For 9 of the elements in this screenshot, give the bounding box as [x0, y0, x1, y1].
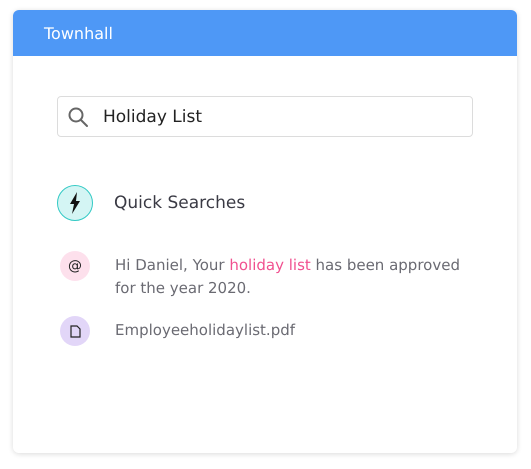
- holiday-list-link[interactable]: holiday list: [229, 256, 311, 274]
- search-field[interactable]: Holiday List: [57, 96, 473, 137]
- section-heading: Quick Searches: [114, 193, 246, 213]
- search-icon: [67, 106, 89, 128]
- notification-message: Hi Daniel, Your holiday list has been approved for the year 2020.: [115, 255, 461, 299]
- lightning-icon: [57, 185, 93, 221]
- file-name[interactable]: Employeeholidaylist.pdf: [115, 319, 473, 342]
- window-title: Townhall: [44, 24, 113, 42]
- at-sign-icon: @: [60, 251, 90, 281]
